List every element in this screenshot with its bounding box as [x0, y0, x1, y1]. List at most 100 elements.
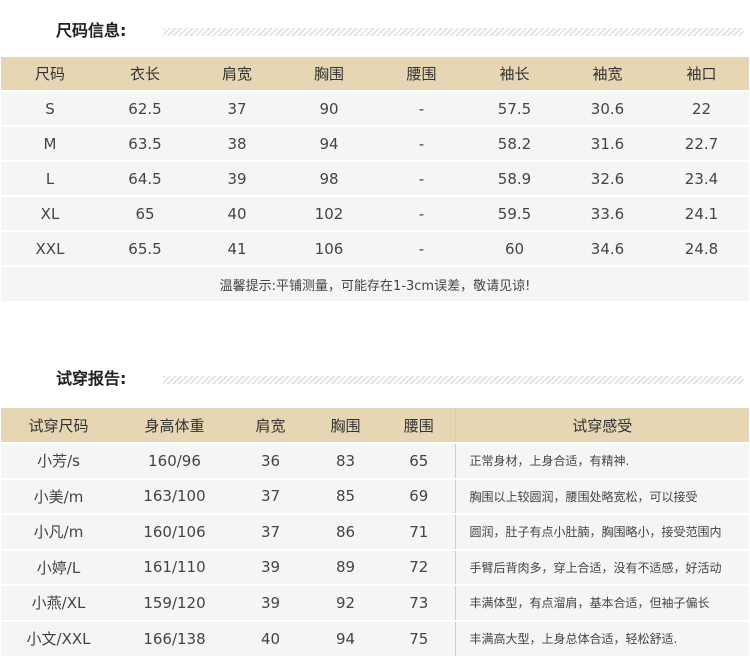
trial-table: 试穿尺码 身高体重 肩宽 胸围 腰围 试穿感受 小芳/s 160/96 36 8… — [1, 408, 749, 656]
table-cell: 94 — [308, 619, 383, 656]
table-cell: - — [375, 125, 468, 161]
table-cell: 58.2 — [468, 125, 561, 161]
table-cell: 24.1 — [654, 195, 749, 231]
trial-table-header-row: 试穿尺码 身高体重 肩宽 胸围 腰围 试穿感受 — [1, 408, 749, 443]
size-info-title: 尺码信息: — [56, 21, 127, 40]
measurement-note: 温馨提示:平铺测量，可能存在1-3cm误差，敬请见谅! — [1, 265, 749, 301]
table-cell: 58.9 — [468, 160, 561, 196]
trial-report-header: 试穿报告: — [0, 364, 750, 394]
table-cell: 22.7 — [654, 125, 749, 161]
table-cell: 98 — [283, 160, 375, 196]
table-cell: 159/120 — [116, 584, 233, 621]
table-cell: 40 — [233, 619, 308, 656]
column-header: 腰围 — [383, 408, 455, 443]
table-row: 小凡/m 160/106 37 86 71 圆润，肚子有点小肚腩，胸围略小，接受… — [1, 513, 749, 550]
table-cell: 丰满高大型，上身总体合适，轻松舒适. — [454, 619, 749, 656]
column-header: 袖口 — [654, 57, 749, 91]
table-cell: 160/106 — [116, 513, 233, 550]
table-cell: - — [375, 160, 468, 196]
table-cell: 161/110 — [116, 548, 233, 585]
table-cell: 75 — [383, 619, 455, 656]
column-header: 腰围 — [375, 57, 468, 91]
table-row: 小燕/XL 159/120 39 92 73 丰满体型，有点溜肩，基本合适，但袖… — [1, 584, 749, 621]
table-row: S 62.5 37 90 - 57.5 30.6 22 — [1, 90, 749, 126]
table-cell: 73 — [383, 584, 455, 621]
column-header: 肩宽 — [191, 57, 283, 91]
column-header: 衣长 — [99, 57, 191, 91]
table-cell: 30.6 — [561, 90, 654, 126]
table-row: 小芳/s 160/96 36 83 65 正常身材，上身合适，有精神. — [1, 442, 749, 479]
table-cell: 小芳/s — [1, 442, 116, 479]
table-cell: 小文/XXL — [1, 619, 116, 656]
table-cell: - — [375, 230, 468, 266]
column-header: 试穿感受 — [454, 408, 749, 443]
table-cell: 160/96 — [116, 442, 233, 479]
table-cell: 38 — [191, 125, 283, 161]
table-cell: 86 — [308, 513, 383, 550]
table-row: XXL 65.5 41 106 - 60 34.6 24.8 — [1, 230, 749, 266]
table-cell: 丰满体型，有点溜肩，基本合适，但袖子偏长 — [454, 584, 749, 621]
table-cell: 163/100 — [116, 477, 233, 514]
table-cell: 65.5 — [99, 230, 191, 266]
table-cell: 37 — [233, 477, 308, 514]
table-cell: 37 — [191, 90, 283, 126]
table-cell: 89 — [308, 548, 383, 585]
table-cell: 37 — [233, 513, 308, 550]
table-cell: 72 — [383, 548, 455, 585]
table-cell: 166/138 — [116, 619, 233, 656]
table-cell: 60 — [468, 230, 561, 266]
table-cell: 31.6 — [561, 125, 654, 161]
table-cell: S — [1, 90, 99, 126]
table-cell: 92 — [308, 584, 383, 621]
size-info-header: 尺码信息: — [0, 16, 750, 46]
table-cell: 57.5 — [468, 90, 561, 126]
table-cell: 71 — [383, 513, 455, 550]
table-cell: 90 — [283, 90, 375, 126]
column-header: 肩宽 — [233, 408, 308, 443]
column-header: 尺码 — [1, 57, 99, 91]
table-cell: 63.5 — [99, 125, 191, 161]
table-cell: 22 — [654, 90, 749, 126]
table-cell: 33.6 — [561, 195, 654, 231]
table-cell: 69 — [383, 477, 455, 514]
size-table-header-row: 尺码 衣长 肩宽 胸围 腰围 袖长 袖宽 袖口 — [1, 57, 749, 91]
table-cell: 39 — [233, 584, 308, 621]
table-row: M 63.5 38 94 - 58.2 31.6 22.7 — [1, 125, 749, 161]
table-cell: 34.6 — [561, 230, 654, 266]
table-cell: 106 — [283, 230, 375, 266]
table-cell: M — [1, 125, 99, 161]
table-row: XL 65 40 102 - 59.5 33.6 24.1 — [1, 195, 749, 231]
table-cell: 65 — [99, 195, 191, 231]
table-cell: 圆润，肚子有点小肚腩，胸围略小，接受范围内 — [454, 513, 749, 550]
table-cell: 39 — [233, 548, 308, 585]
size-table: 尺码 衣长 肩宽 胸围 腰围 袖长 袖宽 袖口 S 62.5 37 90 - 5… — [1, 57, 749, 301]
table-row: 小婷/L 161/110 39 89 72 手臂后背肉多，穿上合适，没有不适感，… — [1, 548, 749, 585]
table-cell: 23.4 — [654, 160, 749, 196]
header-stripe-decoration — [163, 28, 744, 36]
table-cell: L — [1, 160, 99, 196]
column-header: 胸围 — [308, 408, 383, 443]
table-cell: 83 — [308, 442, 383, 479]
column-header: 身高体重 — [116, 408, 233, 443]
table-cell: XXL — [1, 230, 99, 266]
table-cell: 40 — [191, 195, 283, 231]
table-cell: 64.5 — [99, 160, 191, 196]
table-cell: 36 — [233, 442, 308, 479]
table-cell: - — [375, 90, 468, 126]
table-cell: 59.5 — [468, 195, 561, 231]
column-header: 袖长 — [468, 57, 561, 91]
table-row: 小文/XXL 166/138 40 94 75 丰满高大型，上身总体合适，轻松舒… — [1, 619, 749, 656]
table-cell: 65 — [383, 442, 455, 479]
trial-report-title: 试穿报告: — [56, 369, 127, 388]
table-row: 小美/m 163/100 37 85 69 胸围以上较圆润，腰围处略宽松，可以接… — [1, 477, 749, 514]
table-cell: 小燕/XL — [1, 584, 116, 621]
table-cell: 39 — [191, 160, 283, 196]
table-cell: - — [375, 195, 468, 231]
table-cell: 胸围以上较圆润，腰围处略宽松，可以接受 — [454, 477, 749, 514]
table-cell: 94 — [283, 125, 375, 161]
table-row: L 64.5 39 98 - 58.9 32.6 23.4 — [1, 160, 749, 196]
table-cell: 85 — [308, 477, 383, 514]
table-cell: 小凡/m — [1, 513, 116, 550]
column-header: 胸围 — [283, 57, 375, 91]
table-cell: 小婷/L — [1, 548, 116, 585]
